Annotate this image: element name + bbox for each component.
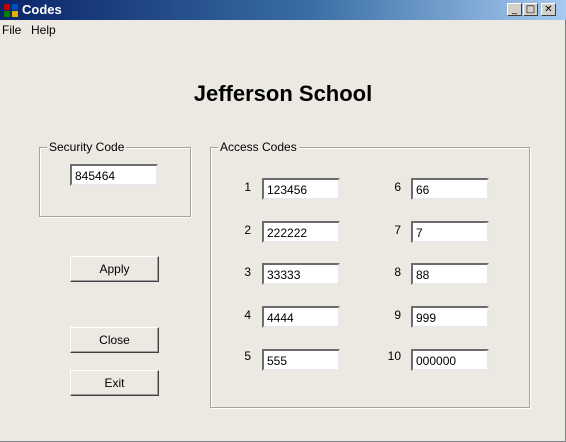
close-button[interactable]: Close <box>70 327 159 353</box>
school-title: Jefferson School <box>193 81 373 106</box>
codes-window: Codes _ □ ✕ File Help Jefferson School S… <box>0 0 566 442</box>
title-bar[interactable]: Codes _ □ ✕ <box>0 0 566 20</box>
access-code-field-3[interactable]: 33333 <box>262 263 340 285</box>
exit-button[interactable]: Exit <box>70 370 159 396</box>
app-icon <box>4 4 18 17</box>
access-code-number: 7 <box>394 223 401 237</box>
access-code-number: 4 <box>244 308 251 322</box>
access-code-field-10[interactable]: 000000 <box>411 349 489 371</box>
access-code-number: 1 <box>244 180 251 194</box>
security-code-group: Security Code 845464 <box>39 140 191 217</box>
menu-file[interactable]: File <box>2 23 21 37</box>
access-code-number: 2 <box>244 223 251 237</box>
access-code-number: 3 <box>244 265 251 279</box>
access-code-field-6[interactable]: 66 <box>411 178 489 200</box>
access-code-number: 6 <box>394 180 401 194</box>
access-codes-label: Access Codes <box>218 140 299 154</box>
access-code-field-4[interactable]: 4444 <box>262 306 340 328</box>
menu-bar: File Help <box>0 20 566 40</box>
menu-help[interactable]: Help <box>31 23 56 37</box>
access-code-field-9[interactable]: 999 <box>411 306 489 328</box>
access-code-field-8[interactable]: 88 <box>411 263 489 285</box>
access-code-number: 9 <box>394 308 401 322</box>
access-code-field-7[interactable]: 7 <box>411 221 489 243</box>
apply-button[interactable]: Apply <box>70 256 159 282</box>
access-codes-group: Access Codes 1 123456 2 222222 3 33333 4… <box>210 140 530 408</box>
access-code-number: 10 <box>387 349 401 363</box>
access-code-number: 5 <box>244 349 251 363</box>
minimize-button[interactable]: _ <box>507 3 522 16</box>
access-code-field-2[interactable]: 222222 <box>262 221 340 243</box>
window-title: Codes <box>22 2 62 17</box>
security-code-field[interactable]: 845464 <box>70 164 158 186</box>
security-code-label: Security Code <box>47 140 127 154</box>
access-code-field-5[interactable]: 555 <box>262 349 340 371</box>
close-window-button[interactable]: ✕ <box>541 3 556 16</box>
maximize-button[interactable]: □ <box>523 3 538 16</box>
access-code-field-1[interactable]: 123456 <box>262 178 340 200</box>
access-code-number: 8 <box>394 265 401 279</box>
